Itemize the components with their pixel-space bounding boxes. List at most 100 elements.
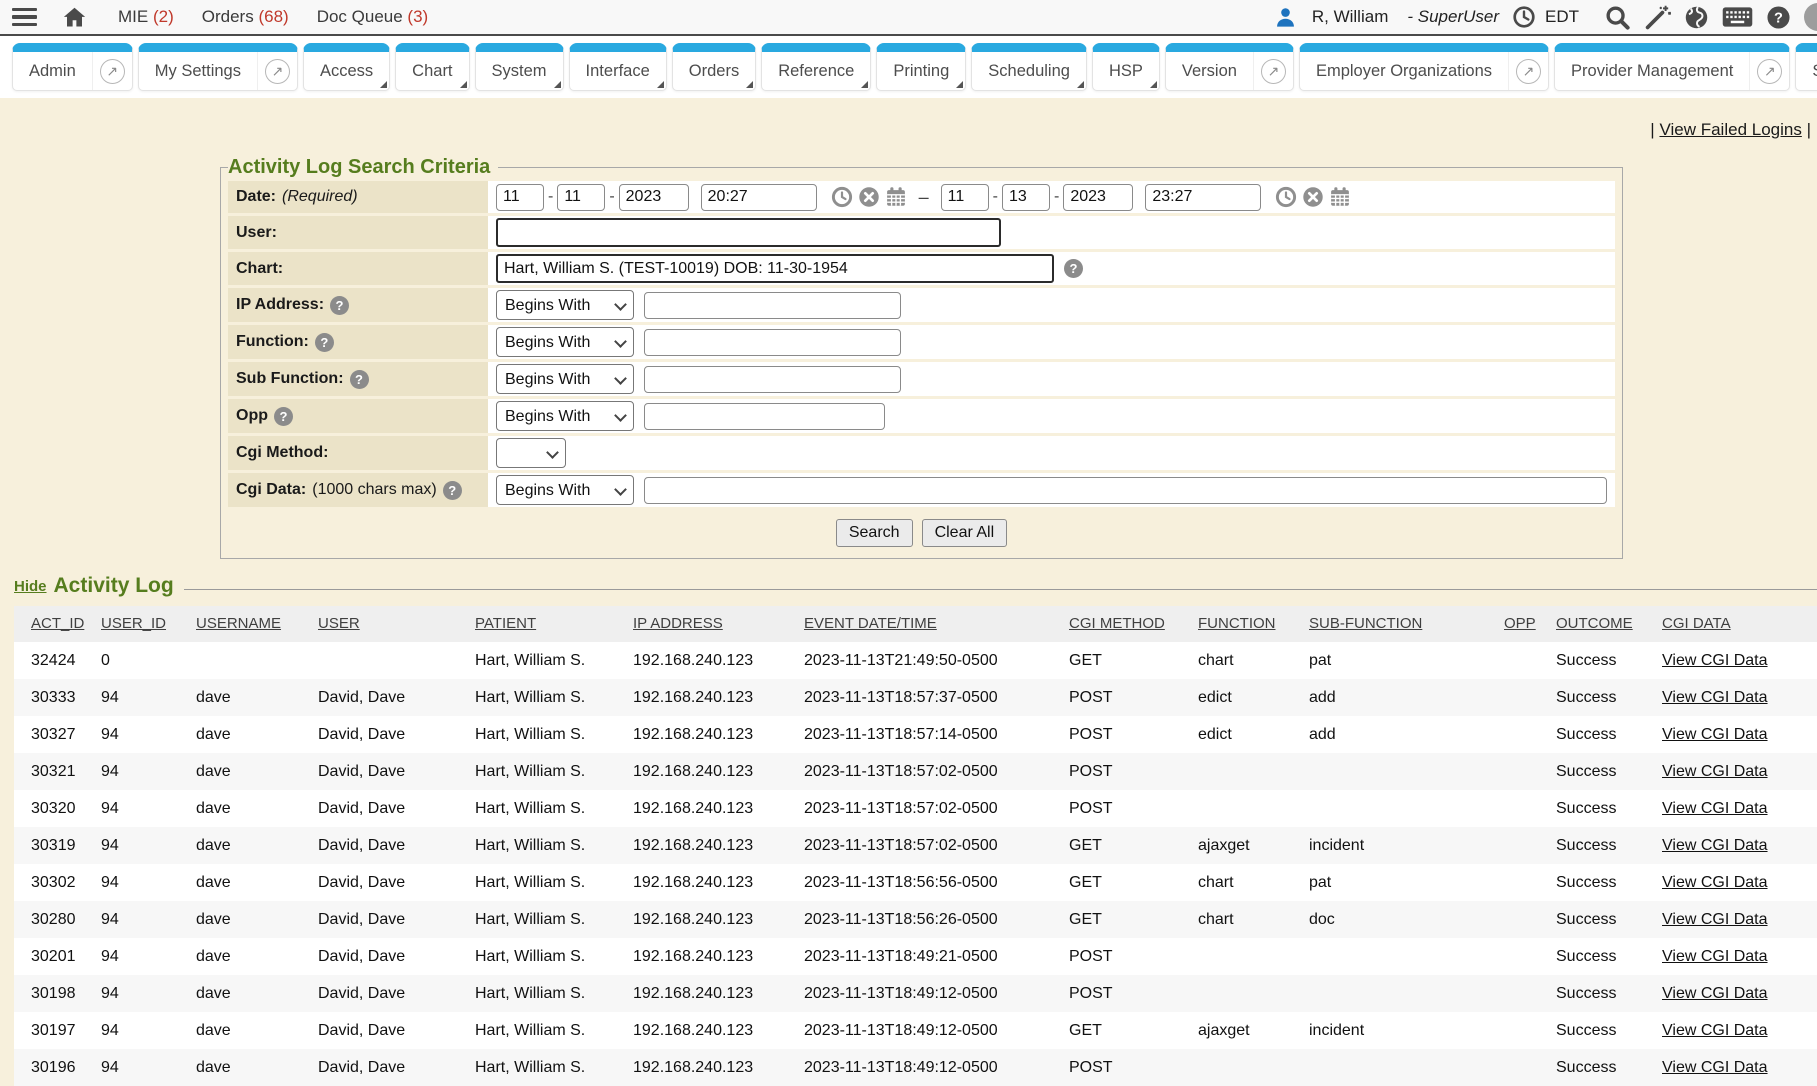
sort-link-outcome[interactable]: OUTCOME (1556, 615, 1633, 632)
view-cgi-data-link[interactable]: View CGI Data (1662, 800, 1768, 817)
date-from-year-input[interactable] (619, 184, 689, 211)
tab-label: My Settings (139, 62, 257, 81)
tab-hsp[interactable]: HSP (1092, 43, 1160, 91)
tab-reference[interactable]: Reference (761, 43, 871, 91)
sort-link-act-id[interactable]: ACT_ID (31, 615, 84, 632)
date-to-year-input[interactable] (1063, 184, 1133, 211)
hamburger-menu-icon[interactable] (12, 8, 37, 27)
time-picker-icon[interactable] (831, 186, 853, 208)
tab-system[interactable]: System (475, 43, 564, 91)
function-operator-select[interactable]: Begins With (496, 327, 634, 357)
search-button[interactable]: Search (836, 519, 913, 547)
view-cgi-data-link[interactable]: View CGI Data (1662, 689, 1768, 706)
globe-icon[interactable] (1684, 5, 1709, 30)
external-link-icon[interactable]: ↗ (92, 52, 132, 90)
sort-link-user[interactable]: USER (318, 615, 360, 632)
external-link-icon[interactable]: ↗ (257, 52, 297, 90)
tab-bar: Admin↗My Settings↗AccessChartSystemInter… (0, 36, 1817, 98)
hide-link[interactable]: Hide (14, 578, 47, 595)
help-icon[interactable]: ? (1766, 5, 1791, 30)
view-cgi-data-link[interactable]: View CGI Data (1662, 763, 1768, 780)
function-help-icon[interactable]: ? (315, 333, 334, 352)
tab-chart[interactable]: Chart (395, 43, 469, 91)
tab-version[interactable]: Version↗ (1165, 43, 1294, 91)
date-from-day-input[interactable] (557, 184, 605, 211)
tab-my-settings[interactable]: My Settings↗ (138, 43, 298, 91)
sub-function-help-icon[interactable]: ? (350, 370, 369, 389)
tab-employer-organizations[interactable]: Employer Organizations↗ (1299, 43, 1549, 91)
sub-function-operator-select[interactable]: Begins With (496, 364, 634, 394)
cgi-data-operator-select[interactable]: Begins With (496, 475, 634, 505)
tab-provider-management[interactable]: Provider Management↗ (1554, 43, 1790, 91)
home-icon[interactable] (61, 5, 88, 30)
date-to-time-input[interactable] (1145, 184, 1261, 211)
cgi-data-help-icon[interactable]: ? (443, 481, 462, 500)
cgi-method-select[interactable] (496, 438, 566, 468)
cell-subfunction (1303, 1049, 1498, 1086)
sub-function-input[interactable] (644, 366, 901, 393)
time-picker-icon[interactable] (1275, 186, 1297, 208)
sort-link-username[interactable]: USERNAME (196, 615, 281, 632)
clear-date-icon[interactable] (858, 186, 880, 208)
clear-all-button[interactable]: Clear All (922, 519, 1008, 547)
top-menu-item-doc-queue[interactable]: Doc Queue (3) (317, 7, 429, 27)
date-to-month-input[interactable] (941, 184, 989, 211)
external-link-icon[interactable]: ↗ (1253, 52, 1293, 90)
sort-link-ip-address[interactable]: IP ADDRESS (633, 615, 723, 632)
dash: - (993, 188, 998, 206)
date-to-day-input[interactable] (1002, 184, 1050, 211)
sort-link-event-date-time[interactable]: EVENT DATE/TIME (804, 615, 937, 632)
tab-similar-exposures[interactable]: Similar Exposures (1795, 43, 1817, 91)
tab-printing[interactable]: Printing (876, 43, 966, 91)
tab-admin[interactable]: Admin↗ (12, 43, 133, 91)
clock-icon[interactable] (1512, 5, 1536, 29)
view-cgi-data-link[interactable]: View CGI Data (1662, 837, 1768, 854)
opp-help-icon[interactable]: ? (274, 407, 293, 426)
opp-input[interactable] (644, 403, 885, 430)
chart-help-icon[interactable]: ? (1064, 259, 1083, 278)
external-link-icon[interactable]: ↗ (1508, 52, 1548, 90)
view-cgi-data-link[interactable]: View CGI Data (1662, 985, 1768, 1002)
top-menu-item-orders[interactable]: Orders (68) (202, 7, 289, 27)
sort-link-cgi-data[interactable]: CGI DATA (1662, 615, 1731, 632)
tab-scheduling[interactable]: Scheduling (971, 43, 1087, 91)
chart-input[interactable] (496, 254, 1054, 283)
ip-input[interactable] (644, 292, 901, 319)
tab-orders[interactable]: Orders (672, 43, 756, 91)
tab-interface[interactable]: Interface (569, 43, 667, 91)
view-cgi-data-link[interactable]: View CGI Data (1662, 726, 1768, 743)
ip-operator-select[interactable]: Begins With (496, 290, 634, 320)
date-from-month-input[interactable] (496, 184, 544, 211)
search-icon[interactable] (1604, 4, 1631, 31)
sort-link-sub-function[interactable]: SUB-FUNCTION (1309, 615, 1422, 632)
clear-date-icon[interactable] (1302, 186, 1324, 208)
view-cgi-data-link[interactable]: View CGI Data (1662, 1059, 1768, 1076)
sort-link-cgi-method[interactable]: CGI METHOD (1069, 615, 1165, 632)
user-input[interactable] (496, 218, 1001, 247)
sort-link-function[interactable]: FUNCTION (1198, 615, 1276, 632)
sort-link-user-id[interactable]: USER_ID (101, 615, 166, 632)
sort-link-patient[interactable]: PATIENT (475, 615, 536, 632)
calendar-icon[interactable] (885, 186, 907, 208)
top-menu-item-mie[interactable]: MIE (2) (118, 7, 174, 27)
avatar[interactable] (1804, 3, 1817, 31)
view-cgi-data-link[interactable]: View CGI Data (1662, 652, 1768, 669)
opp-operator-select[interactable]: Begins With (496, 401, 634, 431)
function-input[interactable] (644, 329, 901, 356)
table-header-row: ACT_ID USER_ID USERNAME USER PATIENT IP ADDRE… (14, 606, 1817, 642)
view-cgi-data-link[interactable]: View CGI Data (1662, 1022, 1768, 1039)
sort-link-opp[interactable]: OPP (1504, 615, 1536, 632)
view-failed-logins-link[interactable]: View Failed Logins (1659, 120, 1801, 139)
view-cgi-data-link[interactable]: View CGI Data (1662, 948, 1768, 965)
cgi-data-input[interactable] (644, 477, 1607, 504)
external-link-icon[interactable]: ↗ (1749, 52, 1789, 90)
keyboard-icon[interactable] (1722, 6, 1753, 28)
view-cgi-data-link[interactable]: View CGI Data (1662, 911, 1768, 928)
date-from-time-input[interactable] (701, 184, 817, 211)
wand-icon[interactable] (1644, 4, 1671, 31)
ip-help-icon[interactable]: ? (330, 296, 349, 315)
view-cgi-data-link[interactable]: View CGI Data (1662, 874, 1768, 891)
calendar-icon[interactable] (1329, 186, 1351, 208)
tab-access[interactable]: Access (303, 43, 390, 91)
table-row: 3032794daveDavid, DaveHart, William S.19… (14, 716, 1817, 753)
